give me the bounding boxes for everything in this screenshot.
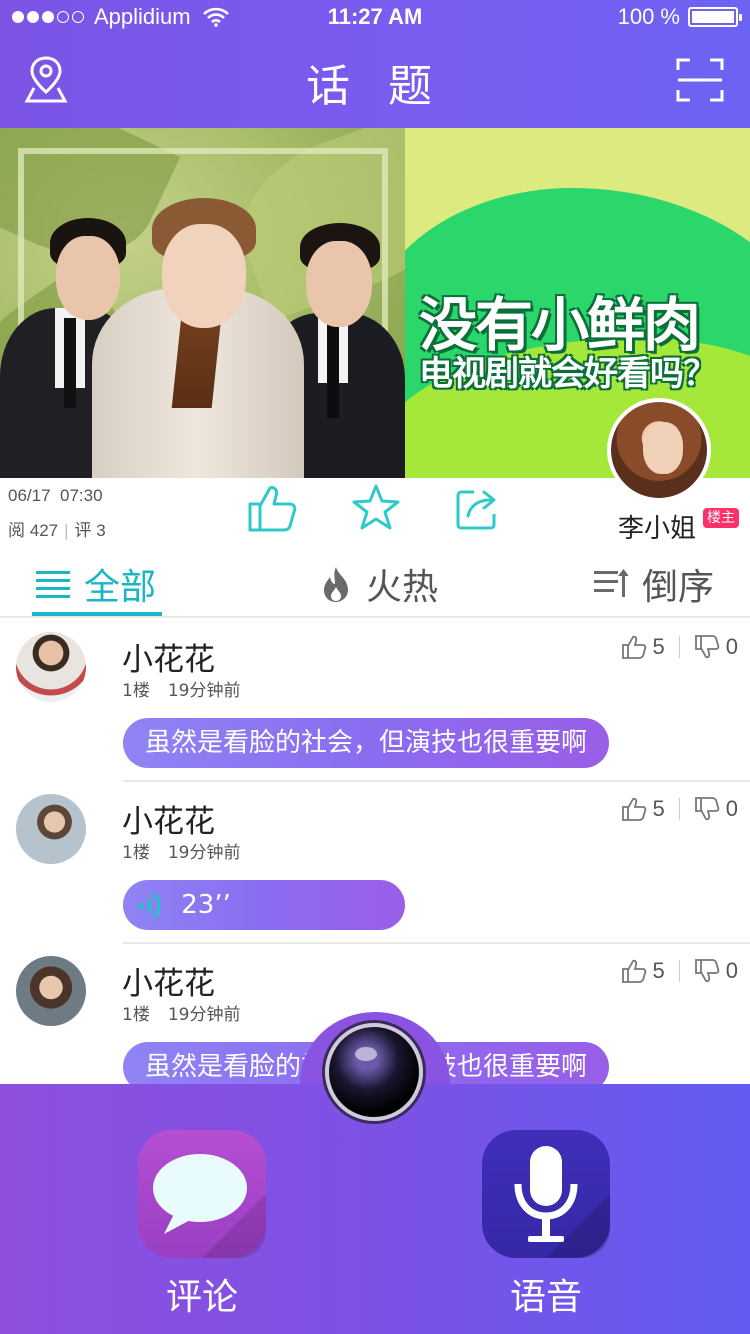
comments-count: 3 bbox=[96, 521, 106, 540]
thumbs-up-icon[interactable] bbox=[621, 958, 647, 984]
microphone-icon bbox=[514, 1146, 610, 1258]
thumbs-down-icon[interactable] bbox=[694, 958, 720, 984]
tab-hot-label: 火热 bbox=[366, 567, 439, 608]
banner-subheadline: 电视剧就会好看吗？ bbox=[419, 354, 717, 394]
sort-icon bbox=[594, 569, 628, 597]
thumbs-down-icon[interactable] bbox=[694, 634, 720, 660]
author-avatar[interactable] bbox=[607, 398, 711, 502]
share-icon[interactable] bbox=[454, 484, 502, 532]
comment-time: 19分钟前 bbox=[167, 1005, 241, 1025]
voice-duration: 23’’ bbox=[181, 890, 231, 920]
comment-time: 19分钟前 bbox=[167, 843, 241, 863]
comment-meta: 1楼 19分钟前 bbox=[122, 676, 240, 701]
tab-all[interactable]: 全部 bbox=[36, 558, 156, 610]
list-icon bbox=[36, 571, 70, 598]
dislike-count: 0 bbox=[725, 796, 738, 821]
tab-reverse-label: 倒序 bbox=[642, 567, 715, 608]
post-time-value: 07:30 bbox=[60, 486, 103, 505]
comment-votes: 5 0 bbox=[621, 634, 738, 660]
person-center bbox=[92, 198, 304, 478]
commenter-name[interactable]: 小花花 bbox=[122, 796, 215, 841]
commenter-name[interactable]: 小花花 bbox=[122, 958, 215, 1003]
status-right: 100 % bbox=[617, 4, 742, 30]
comment-meta: 1楼 19分钟前 bbox=[122, 1000, 240, 1025]
chat-bubble-icon bbox=[153, 1154, 266, 1258]
comment-filter-tabs: 全部 火热 倒序 bbox=[0, 544, 750, 618]
views-count: 427 bbox=[29, 521, 59, 540]
voice-button-label[interactable]: 语音 bbox=[482, 1268, 610, 1320]
dislike-count: 0 bbox=[725, 634, 738, 659]
tab-hot[interactable]: 火热 bbox=[320, 558, 438, 610]
voice-message-bubble[interactable]: 23’’ bbox=[123, 880, 405, 930]
comment-floor: 1楼 bbox=[122, 681, 150, 701]
comment-button[interactable] bbox=[138, 1130, 266, 1258]
tab-all-label: 全部 bbox=[84, 567, 157, 608]
comment-meta: 1楼 19分钟前 bbox=[122, 838, 240, 863]
battery-icon bbox=[688, 7, 742, 27]
active-tab-indicator bbox=[32, 612, 162, 616]
star-icon[interactable] bbox=[350, 482, 402, 534]
comments-label: 评 bbox=[74, 521, 92, 540]
banner-photo bbox=[0, 128, 405, 478]
like-count: 5 bbox=[652, 634, 665, 659]
post-stats: 阅 427 | 评 3 bbox=[8, 521, 106, 540]
dislike-count: 0 bbox=[725, 958, 738, 983]
comment-button-label[interactable]: 评论 bbox=[138, 1268, 266, 1320]
flame-icon bbox=[324, 567, 348, 602]
views-label: 阅 bbox=[8, 521, 25, 540]
battery-percent: 100 % bbox=[617, 4, 680, 29]
comment-text-bubble: 虽然是看脸的社会，但演技也很重要啊 bbox=[123, 718, 610, 768]
comment-floor: 1楼 bbox=[122, 1005, 150, 1025]
thumbs-down-icon[interactable] bbox=[694, 796, 720, 822]
camera-button[interactable] bbox=[325, 1023, 423, 1121]
commenter-name[interactable]: 小花花 bbox=[122, 634, 215, 679]
app-screen: Applidium 11:27 AM 100 % 话 题 没有小鲜肉 电视剧就会… bbox=[0, 0, 750, 1334]
comment-votes: 5 0 bbox=[621, 958, 738, 984]
voice-wave-icon bbox=[138, 892, 161, 919]
comment-time: 19分钟前 bbox=[167, 681, 241, 701]
bottom-action-bar bbox=[0, 1084, 750, 1334]
status-bar: Applidium 11:27 AM 100 % bbox=[0, 0, 750, 34]
commenter-avatar[interactable] bbox=[16, 794, 86, 864]
page-title: 话 题 bbox=[306, 61, 444, 112]
post-date-value: 06/17 bbox=[8, 486, 51, 505]
author-name[interactable]: 李小姐 bbox=[618, 508, 696, 545]
thumbs-up-icon[interactable] bbox=[621, 796, 647, 822]
owner-badge: 楼主 bbox=[703, 508, 739, 528]
commenter-avatar[interactable] bbox=[16, 632, 86, 702]
comment-item: 小花花 1楼 19分钟前 5 0 虽然是看脸的社会，但演技也很重要啊 bbox=[0, 620, 750, 782]
commenter-avatar[interactable] bbox=[16, 956, 86, 1026]
tab-reverse[interactable]: 倒序 bbox=[594, 558, 714, 610]
voice-button[interactable] bbox=[482, 1130, 610, 1258]
thumbs-up-icon[interactable] bbox=[246, 482, 298, 534]
scan-frame-icon[interactable] bbox=[676, 58, 724, 102]
comment-floor: 1楼 bbox=[122, 843, 150, 863]
post-date: 06/17 07:30 bbox=[8, 486, 103, 506]
comment-votes: 5 0 bbox=[621, 796, 738, 822]
like-count: 5 bbox=[652, 796, 665, 821]
top-header: Applidium 11:27 AM 100 % 话 题 bbox=[0, 0, 750, 128]
comment-item: 小花花 1楼 19分钟前 5 0 23’’ bbox=[0, 782, 750, 944]
thumbs-up-icon[interactable] bbox=[621, 634, 647, 660]
like-count: 5 bbox=[652, 958, 665, 983]
